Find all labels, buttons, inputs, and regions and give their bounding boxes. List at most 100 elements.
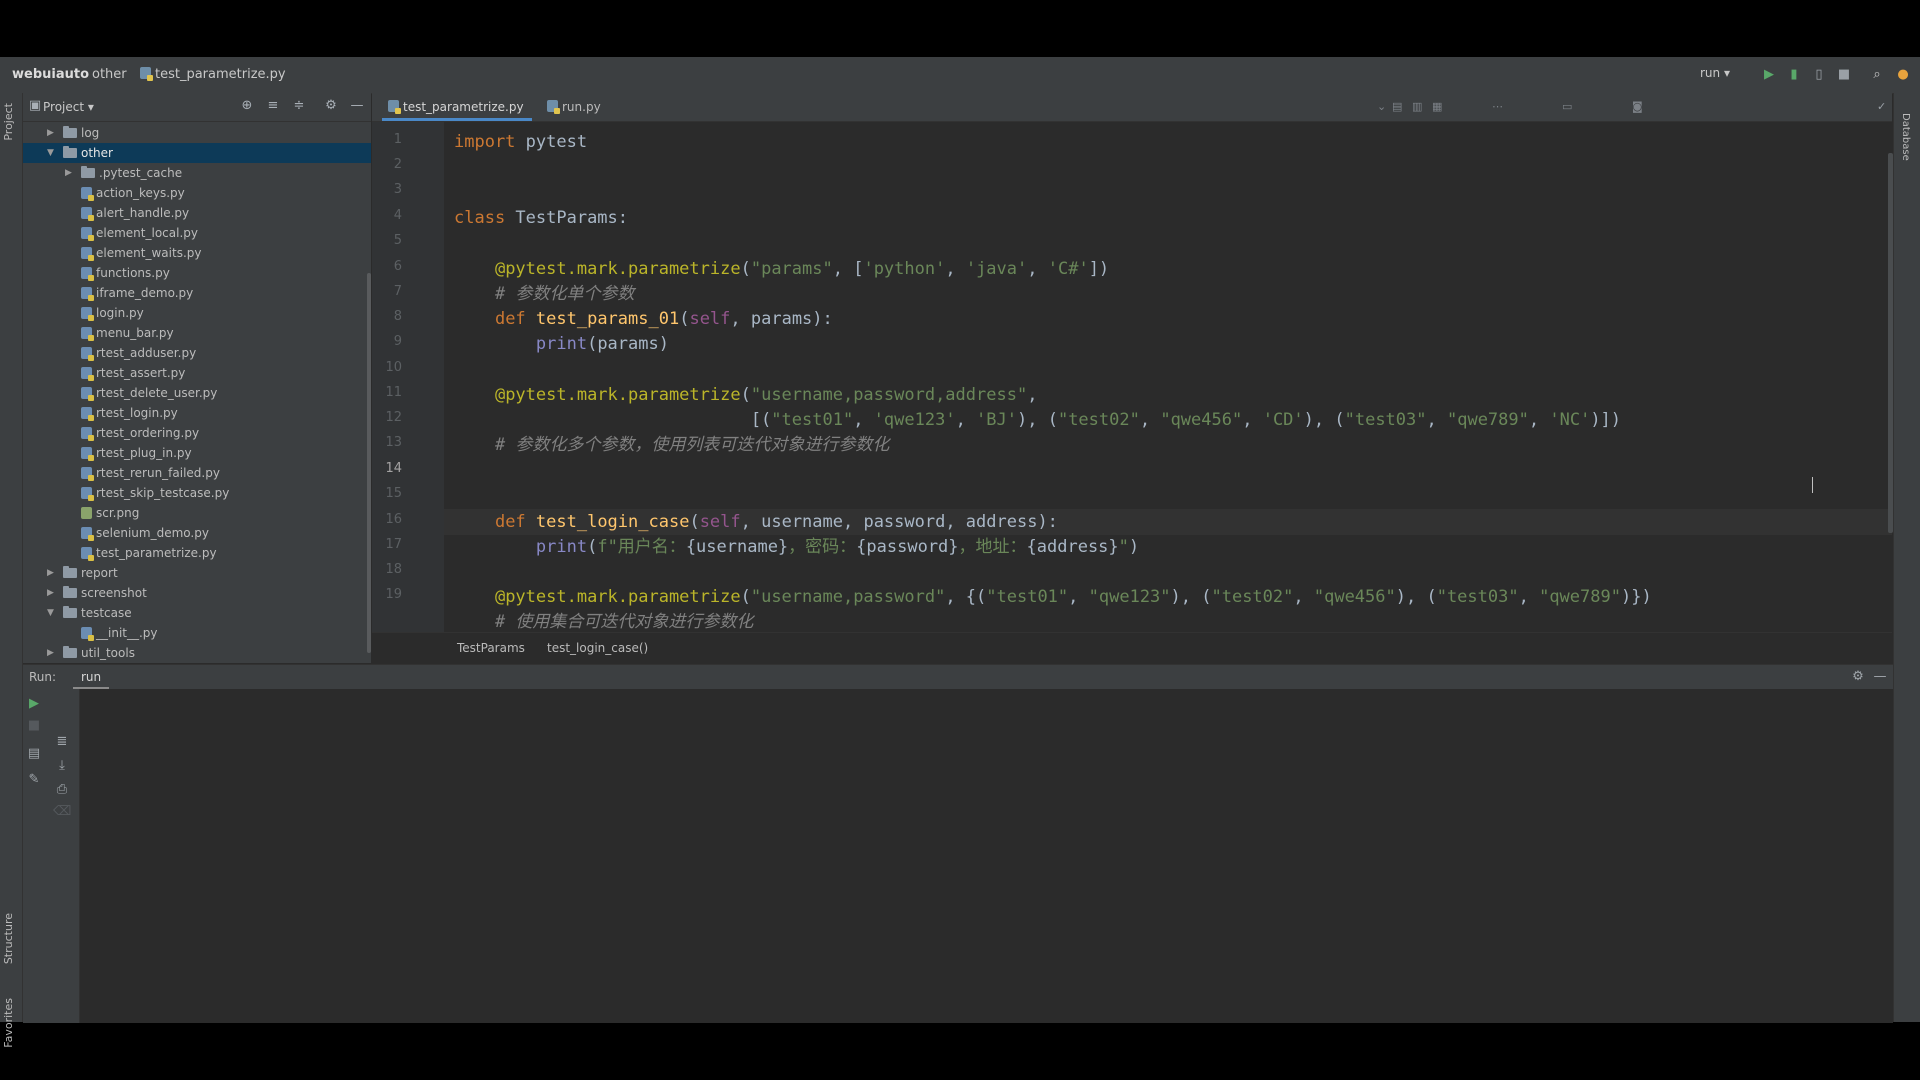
tree-item[interactable]: rtest_ordering.py bbox=[23, 423, 371, 443]
tree-item[interactable]: ▶ report bbox=[23, 563, 371, 583]
tab-list-icon[interactable]: ⌄ bbox=[1377, 100, 1386, 113]
tree-item[interactable]: ▶ .pytest_cache bbox=[23, 163, 371, 183]
tree-item-label: rtest_rerun_failed.py bbox=[96, 466, 220, 480]
soft-wrap-icon[interactable]: ≣ bbox=[53, 733, 71, 751]
project-tool-tab[interactable]: Project bbox=[2, 103, 15, 141]
code-line-8[interactable]: def test_params_01(self, params): bbox=[454, 308, 833, 330]
toolbar-icon[interactable]: ▭ bbox=[1562, 100, 1572, 113]
chevron-down-icon[interactable]: ▼ bbox=[47, 143, 54, 163]
scroll-to-end-icon[interactable]: ⤓ bbox=[53, 757, 71, 775]
python-file-icon bbox=[81, 427, 94, 441]
tree-item-label: selenium_demo.py bbox=[96, 526, 209, 540]
coverage-icon[interactable]: ▯ bbox=[1810, 66, 1828, 84]
tree-item[interactable]: action_keys.py bbox=[23, 183, 371, 203]
tree-item[interactable]: scr.png bbox=[23, 503, 371, 523]
tree-item[interactable]: functions.py bbox=[23, 263, 371, 283]
run-tab[interactable]: run bbox=[73, 665, 110, 689]
tree-item[interactable]: ▼ other bbox=[23, 143, 371, 163]
tree-item[interactable]: rtest_rerun_failed.py bbox=[23, 463, 371, 483]
collapse-all-icon[interactable]: ≑ bbox=[291, 98, 307, 114]
locate-icon[interactable]: ⊕ bbox=[239, 98, 255, 114]
project-scrollbar[interactable] bbox=[367, 273, 371, 653]
tree-item[interactable]: rtest_skip_testcase.py bbox=[23, 483, 371, 503]
stop-icon[interactable]: ■ bbox=[25, 717, 43, 735]
breadcrumb-class[interactable]: TestParams bbox=[457, 641, 525, 655]
chevron-right-icon[interactable]: ▶ bbox=[47, 583, 54, 603]
database-tool-tab[interactable]: Database bbox=[1900, 113, 1911, 161]
camera-icon[interactable]: ◙ bbox=[1632, 100, 1643, 113]
structure-tool-tab[interactable]: Structure bbox=[2, 913, 15, 964]
tree-item[interactable]: selenium_demo.py bbox=[23, 523, 371, 543]
tree-item-label: alert_handle.py bbox=[96, 206, 190, 220]
tree-item[interactable]: ▶ log bbox=[23, 123, 371, 143]
tree-item[interactable]: rtest_login.py bbox=[23, 403, 371, 423]
tree-item[interactable]: element_local.py bbox=[23, 223, 371, 243]
code-line-13[interactable]: # 参数化多个参数，使用列表可迭代对象进行参数化 bbox=[454, 434, 889, 456]
pin-icon[interactable]: ✎ bbox=[25, 771, 43, 789]
run-config-select[interactable]: run ▾ bbox=[1700, 66, 1730, 80]
tree-item[interactable]: __init__.py bbox=[23, 623, 371, 643]
nav-project[interactable]: webuiauto bbox=[12, 67, 89, 82]
run-console[interactable] bbox=[80, 689, 1893, 1023]
chevron-down-icon[interactable]: ▼ bbox=[47, 603, 54, 623]
toolbar-icon[interactable]: ▤ bbox=[1392, 100, 1402, 113]
chevron-right-icon[interactable]: ▶ bbox=[47, 123, 54, 143]
toolbar-icon[interactable]: ⋯ bbox=[1492, 100, 1503, 113]
debug-icon[interactable]: ▮ bbox=[1785, 66, 1803, 84]
tree-item[interactable]: ▶ util_tools bbox=[23, 643, 371, 663]
search-icon[interactable]: ⌕ bbox=[1868, 66, 1886, 84]
code-line-14[interactable]: def test_login_case(self, username, pass… bbox=[454, 511, 1058, 533]
tree-item[interactable]: login.py bbox=[23, 303, 371, 323]
code-line-12[interactable]: [("test01", 'qwe123', 'BJ'), ("test02", … bbox=[454, 409, 1621, 431]
project-view-icon: ▣ bbox=[28, 98, 42, 113]
hide-icon[interactable]: — bbox=[349, 98, 365, 114]
code-line-1[interactable]: import pytest bbox=[454, 131, 587, 153]
layout-icon[interactable]: ▤ bbox=[25, 745, 43, 763]
line-number: 18 bbox=[385, 562, 402, 577]
tree-item[interactable]: menu_bar.py bbox=[23, 323, 371, 343]
favorites-tool-tab[interactable]: Favorites bbox=[2, 998, 15, 1048]
toolbar-icon[interactable]: ▦ bbox=[1432, 100, 1442, 113]
code-line-17[interactable]: @pytest.mark.parametrize("username,passw… bbox=[454, 586, 1652, 608]
chevron-right-icon[interactable]: ▶ bbox=[65, 163, 72, 183]
print-icon[interactable]: ⎙ bbox=[53, 781, 71, 799]
project-view-select[interactable]: Project ▾ bbox=[43, 100, 94, 114]
code-line-4[interactable]: class TestParams: bbox=[454, 207, 628, 229]
rerun-icon[interactable]: ▶ bbox=[25, 695, 43, 713]
expand-all-icon[interactable]: ≡ bbox=[265, 98, 281, 114]
run-icon[interactable]: ▶ bbox=[1760, 66, 1778, 84]
notification-icon[interactable]: ● bbox=[1894, 66, 1912, 84]
code-line-11[interactable]: @pytest.mark.parametrize("username,passw… bbox=[454, 384, 1037, 406]
tree-item[interactable]: alert_handle.py bbox=[23, 203, 371, 223]
gear-icon[interactable]: ⚙ bbox=[1849, 668, 1867, 686]
code-line-7[interactable]: # 参数化单个参数 bbox=[454, 283, 634, 305]
minimize-icon[interactable]: — bbox=[1871, 668, 1889, 686]
tree-item[interactable]: rtest_adduser.py bbox=[23, 343, 371, 363]
stop-icon[interactable]: ■ bbox=[1835, 66, 1853, 84]
chevron-right-icon[interactable]: ▶ bbox=[47, 563, 54, 583]
breadcrumb-method[interactable]: test_login_case() bbox=[547, 641, 648, 655]
tree-item[interactable]: ▼ testcase bbox=[23, 603, 371, 623]
tree-item[interactable]: rtest_plug_in.py bbox=[23, 443, 371, 463]
nav-folder[interactable]: other bbox=[92, 67, 127, 82]
code-line-9[interactable]: print(params) bbox=[454, 333, 669, 355]
tree-item[interactable]: element_waits.py bbox=[23, 243, 371, 263]
tree-item-label: testcase bbox=[81, 606, 132, 620]
tab-run[interactable]: run.py bbox=[547, 93, 627, 121]
code-line-15[interactable]: print(f"用户名：{username}，密码：{password}，地址：… bbox=[454, 536, 1139, 558]
clear-icon[interactable]: ⌫ bbox=[53, 803, 71, 821]
tab-test-parametrize[interactable]: test_parametrize.py bbox=[382, 93, 532, 121]
code-line-6[interactable]: @pytest.mark.parametrize("params", ['pyt… bbox=[454, 258, 1109, 280]
nav-file[interactable]: test_parametrize.py bbox=[140, 67, 286, 82]
tree-item[interactable]: rtest_delete_user.py bbox=[23, 383, 371, 403]
line-number: 3 bbox=[393, 182, 402, 197]
tree-item[interactable]: iframe_demo.py bbox=[23, 283, 371, 303]
gear-icon[interactable]: ⚙ bbox=[323, 98, 339, 114]
tree-item[interactable]: ▶ screenshot bbox=[23, 583, 371, 603]
folder-icon bbox=[63, 646, 77, 658]
tree-item[interactable]: test_parametrize.py bbox=[23, 543, 371, 563]
tree-item[interactable]: rtest_assert.py bbox=[23, 363, 371, 383]
code-line-18[interactable]: # 使用集合可迭代对象进行参数化 bbox=[454, 611, 753, 633]
toolbar-icon[interactable]: ▥ bbox=[1412, 100, 1422, 113]
chevron-right-icon[interactable]: ▶ bbox=[47, 643, 54, 663]
